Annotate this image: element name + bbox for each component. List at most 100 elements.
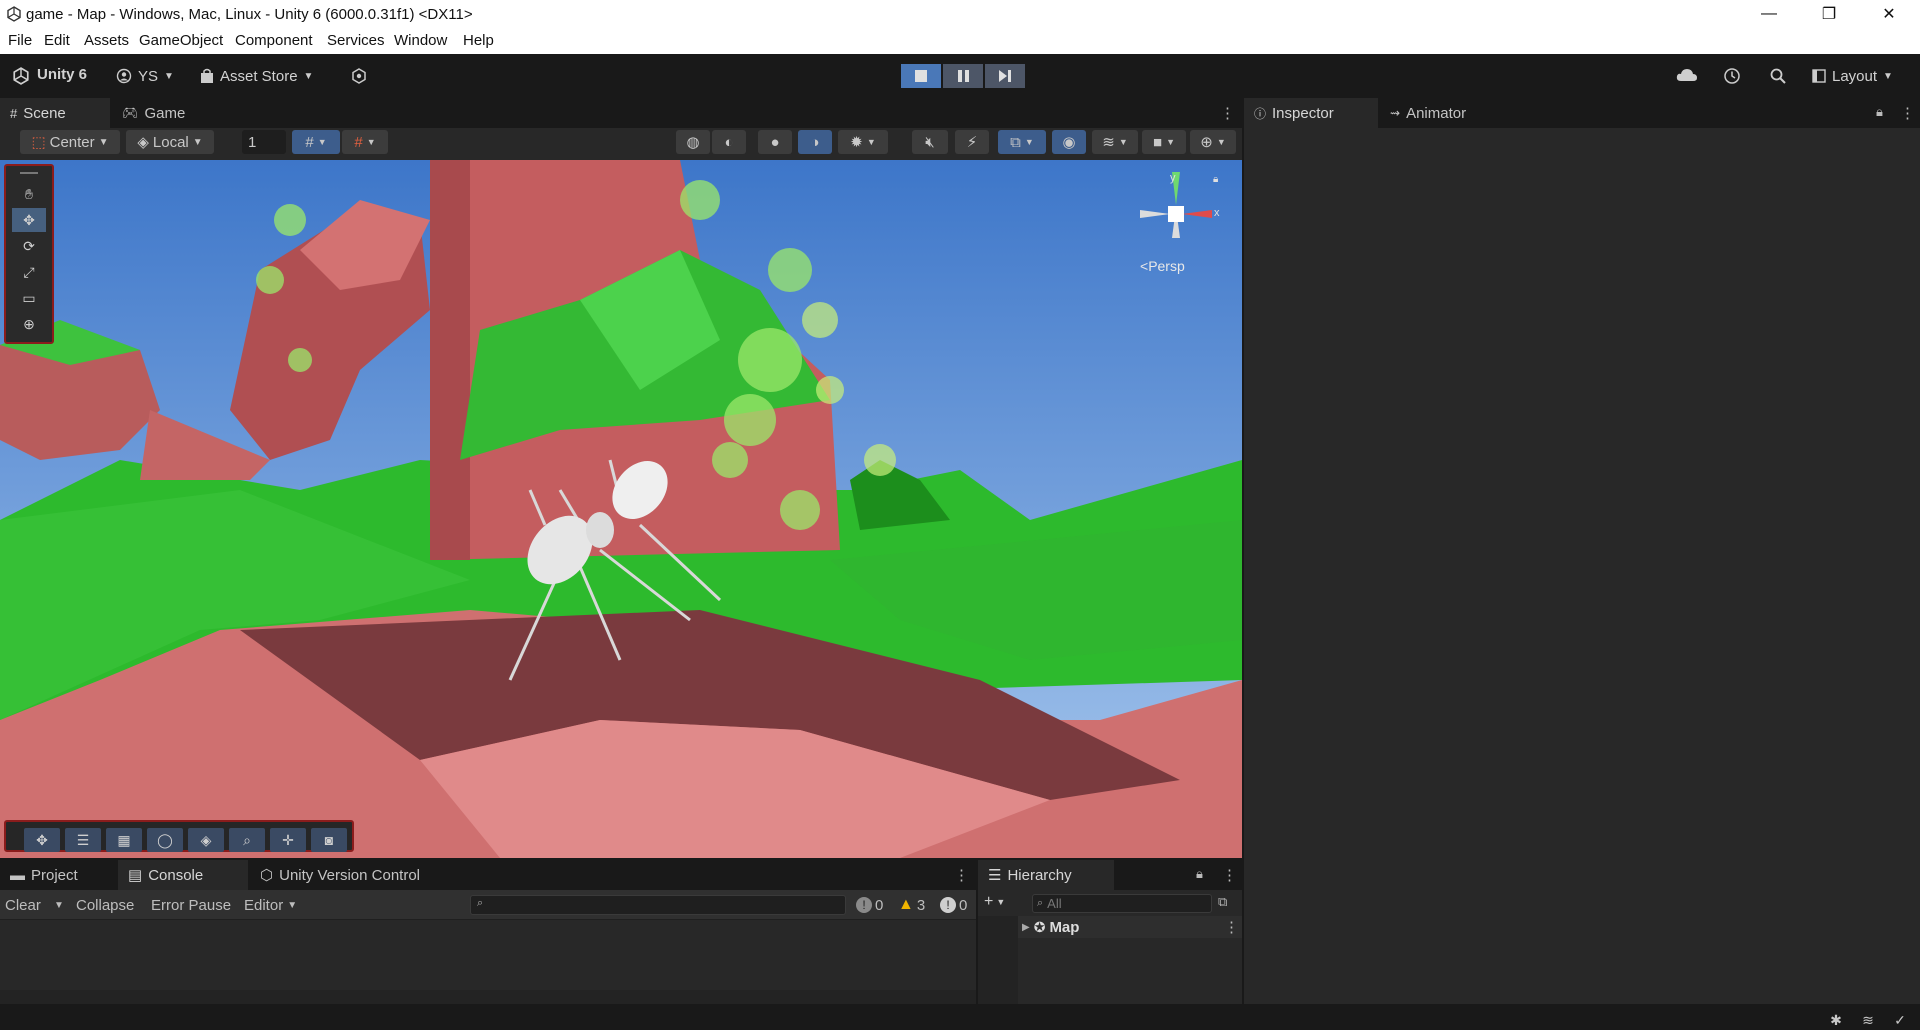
clear-options-dropdown[interactable]: ▼ [54,894,64,916]
menu-assets[interactable]: Assets [84,32,129,49]
pivot-mode-dropdown[interactable]: ⬚ Center ▼ [20,130,120,154]
overlay-lighting-button[interactable]: ◯ [147,828,183,852]
layers-dropdown[interactable]: ⧉ ▼ [998,130,1046,154]
more-options-icon[interactable]: ⋮ [954,866,969,884]
sphere-icon: ● [770,133,780,151]
grid-snap-button[interactable]: # ▼ [292,130,340,154]
shaded-button[interactable]: ● [758,130,792,154]
tab-game[interactable]: 🎮︎ Game [112,98,212,128]
tab-version-control[interactable]: ⬡ Unity Version Control [250,860,450,890]
menu-services[interactable]: Services [327,32,385,49]
history-icon[interactable] [1723,67,1741,85]
inspector-panel: ⓘ Inspector ⇝ Animator 🔒︎ ⋮ [1244,98,1920,1004]
hierarchy-search-input[interactable]: ⌕ All [1032,894,1212,913]
tab-scene[interactable]: # Scene [0,98,110,128]
audio-toggle[interactable]: 🔇︎ [912,130,948,154]
drag-handle[interactable] [20,172,38,174]
perspective-label[interactable]: <Persp [1140,258,1185,274]
clear-button[interactable]: Clear [5,894,41,916]
layers-icon[interactable]: ≋ [1858,1010,1878,1030]
move-tool[interactable]: ✥ [12,208,46,232]
step-button[interactable] [985,64,1025,88]
scene-render [0,160,1242,858]
account-dropdown[interactable]: YS ▼ [116,64,174,88]
render-layers-dropdown[interactable]: ≋ ▼ [1092,130,1138,154]
search-icon[interactable] [1769,67,1787,85]
increment-snap-button[interactable]: # ▼ [342,130,388,154]
overlay-move-button[interactable]: ✥ [24,828,60,852]
visibility-toggle[interactable]: ◉ [1052,130,1086,154]
check-circle-icon[interactable]: ✓ [1890,1010,1910,1030]
scale-tool[interactable]: ⤢ [12,260,46,284]
error-filter-toggle[interactable]: ! 0 [940,894,967,916]
minimize-button[interactable]: — [1746,0,1792,28]
tab-project[interactable]: ▬ Project [0,860,116,890]
more-options-icon[interactable]: ⋮ [1900,104,1915,122]
hand-tool[interactable]: ✋︎ [12,182,46,206]
menu-window[interactable]: Window [394,32,447,49]
more-options-icon[interactable]: ⋮ [1220,104,1235,122]
lighting-toggle[interactable]: ◑ [798,130,832,154]
menu-edit[interactable]: Edit [44,32,70,49]
warning-icon: ▲ [898,896,914,913]
rotate-tool[interactable]: ⟳ [12,234,46,258]
debug-icon[interactable]: ✱ [1826,1010,1846,1030]
maximize-button[interactable]: ❐ [1806,0,1852,28]
hierarchy-panel: ☰ Hierarchy 🔒︎ ⋮ + ▼ ⌕ All ⧉ ▶ ✪ Map ⋮ [978,860,1242,1004]
error-pause-button[interactable]: Error Pause [151,894,231,916]
effects-dropdown[interactable]: ✹ ▼ [838,130,888,154]
pivot-space-dropdown[interactable]: ◈ Local ▼ [126,130,214,154]
menu-help[interactable]: Help [463,32,494,49]
window-title: game - Map - Windows, Mac, Linux - Unity… [26,6,473,23]
menu-component[interactable]: Component [235,32,313,49]
play-button[interactable] [901,64,941,88]
gizmos-dropdown[interactable]: ⊕ ▼ [1190,130,1236,154]
search-options-icon[interactable]: ⧉ [1218,894,1227,910]
more-options-icon[interactable]: ⋮ [1222,866,1237,884]
grid-size-field[interactable]: 1 [242,130,286,154]
overlay-settings-button[interactable]: ☰ [65,828,101,852]
shaded-wireframe-button[interactable]: ◐ [712,130,746,154]
package-settings-icon[interactable] [350,67,368,85]
editor-dropdown[interactable]: Editor ▼ [244,894,297,916]
gamepad-icon: 🎮︎ [122,105,139,120]
overlay-layers-button[interactable]: ◈ [188,828,224,852]
console-search-input[interactable]: ⌕ [470,895,846,915]
hierarchy-scene-row[interactable]: ▶ ✪ Map ⋮ [1018,916,1242,938]
overlay-navigate-button[interactable]: ✛ [270,828,306,852]
lock-icon[interactable]: 🔒︎ [1213,174,1218,185]
more-options-icon[interactable]: ⋮ [1224,918,1239,936]
expand-arrow-icon[interactable]: ▶ [1022,922,1030,933]
camera-icon: ◙ [324,832,334,848]
rect-tool[interactable]: ▭ [12,286,46,310]
overlay-grid-button[interactable]: ▦ [106,828,142,852]
info-filter-toggle[interactable]: ! 0 [856,894,883,916]
scene-viewport[interactable]: y x 🔒︎ <Persp ✋︎ ✥ ⟳ ⤢ ▭ ⊕ ✥ ☰ ▦ ◯ ◈ ⌕ ✛… [0,160,1242,858]
fx-toggle[interactable]: ⚡︎ [955,130,989,154]
menu-file[interactable]: File [8,32,32,49]
layers-icon: ◈ [200,831,212,848]
camera-dropdown[interactable]: ■ ▼ [1142,130,1186,154]
draw-mode-button[interactable]: ◍ [676,130,710,154]
tab-hierarchy[interactable]: ☰ Hierarchy [978,860,1114,890]
tab-console[interactable]: ▤ Console [118,860,248,890]
layout-dropdown[interactable]: Layout ▼ [1812,64,1893,88]
menu-gameobject[interactable]: GameObject [139,32,223,49]
asset-store-dropdown[interactable]: Asset Store ▼ [200,64,313,88]
tab-animator[interactable]: ⇝ Animator [1380,98,1500,128]
transform-tool[interactable]: ⊕ [12,312,46,336]
create-dropdown[interactable]: + ▼ [984,893,1005,911]
collapse-button[interactable]: Collapse [76,894,134,916]
plus-icon: + [984,893,994,910]
tab-inspector[interactable]: ⓘ Inspector [1244,98,1378,128]
overlay-search-button[interactable]: ⌕ [229,828,265,852]
close-button[interactable]: ✕ [1866,0,1912,28]
warning-filter-toggle[interactable]: ▲ 3 [898,894,925,916]
lock-icon[interactable]: 🔒︎ [1196,866,1203,882]
lock-icon[interactable]: 🔒︎ [1876,104,1883,120]
pause-button[interactable] [943,64,983,88]
cloud-icon[interactable] [1676,67,1698,83]
chevron-down-icon: ▼ [192,136,203,148]
overlay-camera-button[interactable]: ◙ [311,828,347,852]
pivot-mode-label: Center [49,133,95,151]
